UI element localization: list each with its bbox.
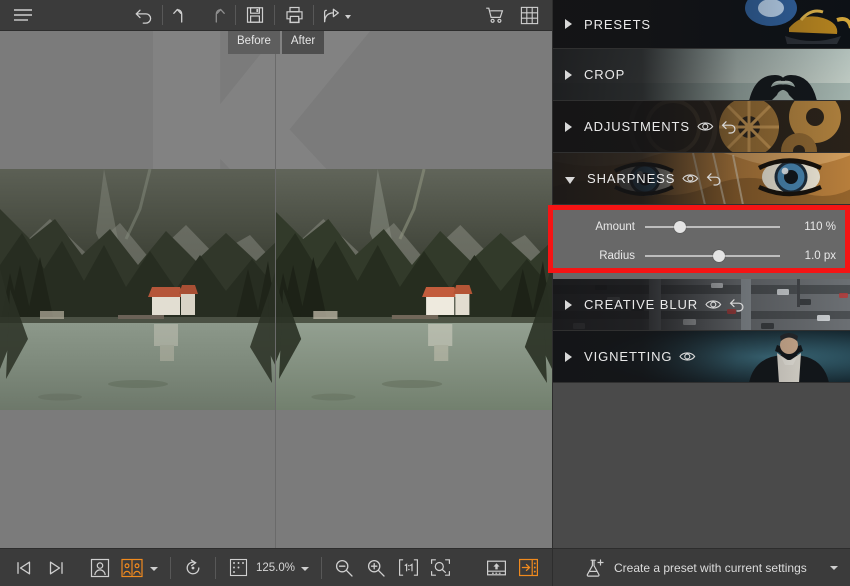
save-icon[interactable] bbox=[238, 1, 272, 30]
slider-row-amount: Amount 110 % bbox=[553, 215, 850, 239]
section-adjustments[interactable]: ADJUSTMENTS bbox=[553, 101, 850, 153]
eye-icon-sharpness[interactable] bbox=[682, 172, 699, 185]
grid-icon[interactable] bbox=[512, 1, 546, 30]
next-image-button[interactable] bbox=[40, 553, 72, 583]
create-preset-bar: Create a preset with current settings bbox=[553, 548, 850, 586]
slider-value-amount[interactable]: 110 % bbox=[780, 221, 836, 233]
eye-icon-creative-blur[interactable] bbox=[705, 298, 722, 311]
reset-icon-adjustments[interactable] bbox=[721, 120, 737, 134]
toolbar-divider-3 bbox=[274, 5, 275, 25]
chevron-right-icon-crop[interactable] bbox=[565, 69, 572, 80]
print-icon[interactable] bbox=[277, 1, 311, 30]
zoom-out-icon[interactable] bbox=[328, 553, 360, 583]
effects-side-panel: PRESETS CROP ADJUSTMENTS SHARPNESS Amoun… bbox=[552, 0, 850, 586]
redo-icon[interactable] bbox=[199, 1, 233, 30]
chevron-right-icon-adjustments[interactable] bbox=[565, 121, 572, 132]
bottom-divider-2 bbox=[215, 556, 216, 579]
image-canvas[interactable]: Before After bbox=[0, 31, 552, 548]
actual-size-icon[interactable] bbox=[392, 553, 424, 583]
photo-after[interactable] bbox=[275, 169, 552, 410]
before-after-tabs: Before After bbox=[228, 31, 325, 54]
section-sharpness[interactable]: SHARPNESS bbox=[553, 153, 850, 205]
section-presets[interactable]: PRESETS bbox=[553, 0, 850, 49]
slider-knob-amount[interactable] bbox=[674, 221, 687, 233]
create-preset-caret-icon[interactable] bbox=[830, 565, 838, 570]
reset-icon-creative-blur[interactable] bbox=[729, 298, 745, 312]
share-caret-icon[interactable] bbox=[345, 15, 351, 19]
section-title-presets: PRESETS bbox=[584, 16, 651, 32]
toolbar-divider-2 bbox=[235, 5, 236, 25]
rotate-icon[interactable] bbox=[177, 553, 209, 583]
bottom-toolbar: 125.0% bbox=[0, 548, 552, 586]
slider-track-amount bbox=[645, 226, 780, 228]
slider-label-radius: Radius bbox=[599, 250, 635, 262]
section-title-vignetting: VIGNETTING bbox=[584, 349, 673, 364]
toolbar-divider-1 bbox=[162, 5, 163, 25]
tab-before[interactable]: Before bbox=[228, 31, 280, 54]
section-crop[interactable]: CROP bbox=[553, 49, 850, 101]
photo-before[interactable] bbox=[0, 169, 275, 410]
selection-size-icon[interactable] bbox=[222, 553, 254, 583]
chevron-right-icon-vignetting[interactable] bbox=[565, 351, 572, 362]
chevron-down-icon-sharpness[interactable] bbox=[565, 176, 575, 184]
create-preset-label[interactable]: Create a preset with current settings bbox=[614, 561, 807, 575]
slider-amount[interactable] bbox=[645, 217, 780, 237]
before-after-images bbox=[0, 169, 552, 410]
slider-radius[interactable] bbox=[645, 246, 780, 266]
toggle-side-panel-button[interactable] bbox=[512, 553, 544, 583]
split-view-button[interactable] bbox=[116, 553, 148, 583]
split-view-divider[interactable] bbox=[275, 31, 276, 548]
image-editor-window: Before After 125.0% PRESETS CROP ADJUSTM… bbox=[0, 0, 850, 586]
zoom-level-value[interactable]: 125.0% bbox=[256, 562, 295, 574]
slider-label-amount: Amount bbox=[595, 221, 635, 233]
reset-icon-sharpness[interactable] bbox=[706, 172, 722, 186]
section-title-creative-blur: CREATIVE BLUR bbox=[584, 297, 699, 312]
section-vignetting[interactable]: VIGNETTING bbox=[553, 331, 850, 383]
eye-icon-vignetting[interactable] bbox=[679, 350, 696, 363]
zoom-level-caret-icon[interactable] bbox=[301, 567, 310, 571]
bottom-divider-3 bbox=[321, 556, 323, 579]
fit-to-screen-icon[interactable] bbox=[424, 553, 456, 583]
menu-icon[interactable] bbox=[6, 1, 40, 30]
section-creative-blur[interactable]: CREATIVE BLUR bbox=[553, 279, 850, 331]
zoom-in-icon[interactable] bbox=[360, 553, 392, 583]
section-title-crop: CROP bbox=[584, 67, 626, 82]
chevron-right-icon-presets[interactable] bbox=[565, 19, 572, 29]
undo-icon[interactable] bbox=[165, 1, 199, 30]
top-toolbar bbox=[0, 0, 552, 31]
share-icon[interactable] bbox=[316, 1, 358, 30]
bottom-divider-1 bbox=[170, 556, 171, 579]
editor-area: Before After 125.0% bbox=[0, 0, 552, 586]
section-title-adjustments: ADJUSTMENTS bbox=[584, 119, 690, 134]
undo-all-icon[interactable] bbox=[126, 1, 160, 30]
view-mode-caret-icon[interactable] bbox=[150, 567, 158, 571]
eye-icon-adjustments[interactable] bbox=[697, 120, 714, 133]
single-view-button[interactable] bbox=[84, 553, 116, 583]
cart-icon[interactable] bbox=[478, 1, 512, 30]
chevron-right-icon-creative-blur[interactable] bbox=[565, 299, 572, 310]
flask-plus-icon[interactable] bbox=[585, 558, 605, 578]
export-icon[interactable] bbox=[480, 553, 512, 583]
previous-image-button[interactable] bbox=[8, 553, 40, 583]
slider-value-radius[interactable]: 1.0 px bbox=[780, 250, 836, 262]
effect-sections-list: PRESETS CROP ADJUSTMENTS SHARPNESS Amoun… bbox=[553, 0, 850, 548]
tab-after[interactable]: After bbox=[281, 31, 325, 54]
toolbar-divider-4 bbox=[313, 5, 314, 25]
slider-row-radius: Radius 1.0 px bbox=[553, 244, 850, 268]
slider-knob-radius[interactable] bbox=[713, 250, 726, 262]
section-title-sharpness: SHARPNESS bbox=[587, 171, 676, 186]
sharpness-sliders-panel: Amount 110 % Radius 1.0 px bbox=[553, 205, 850, 279]
